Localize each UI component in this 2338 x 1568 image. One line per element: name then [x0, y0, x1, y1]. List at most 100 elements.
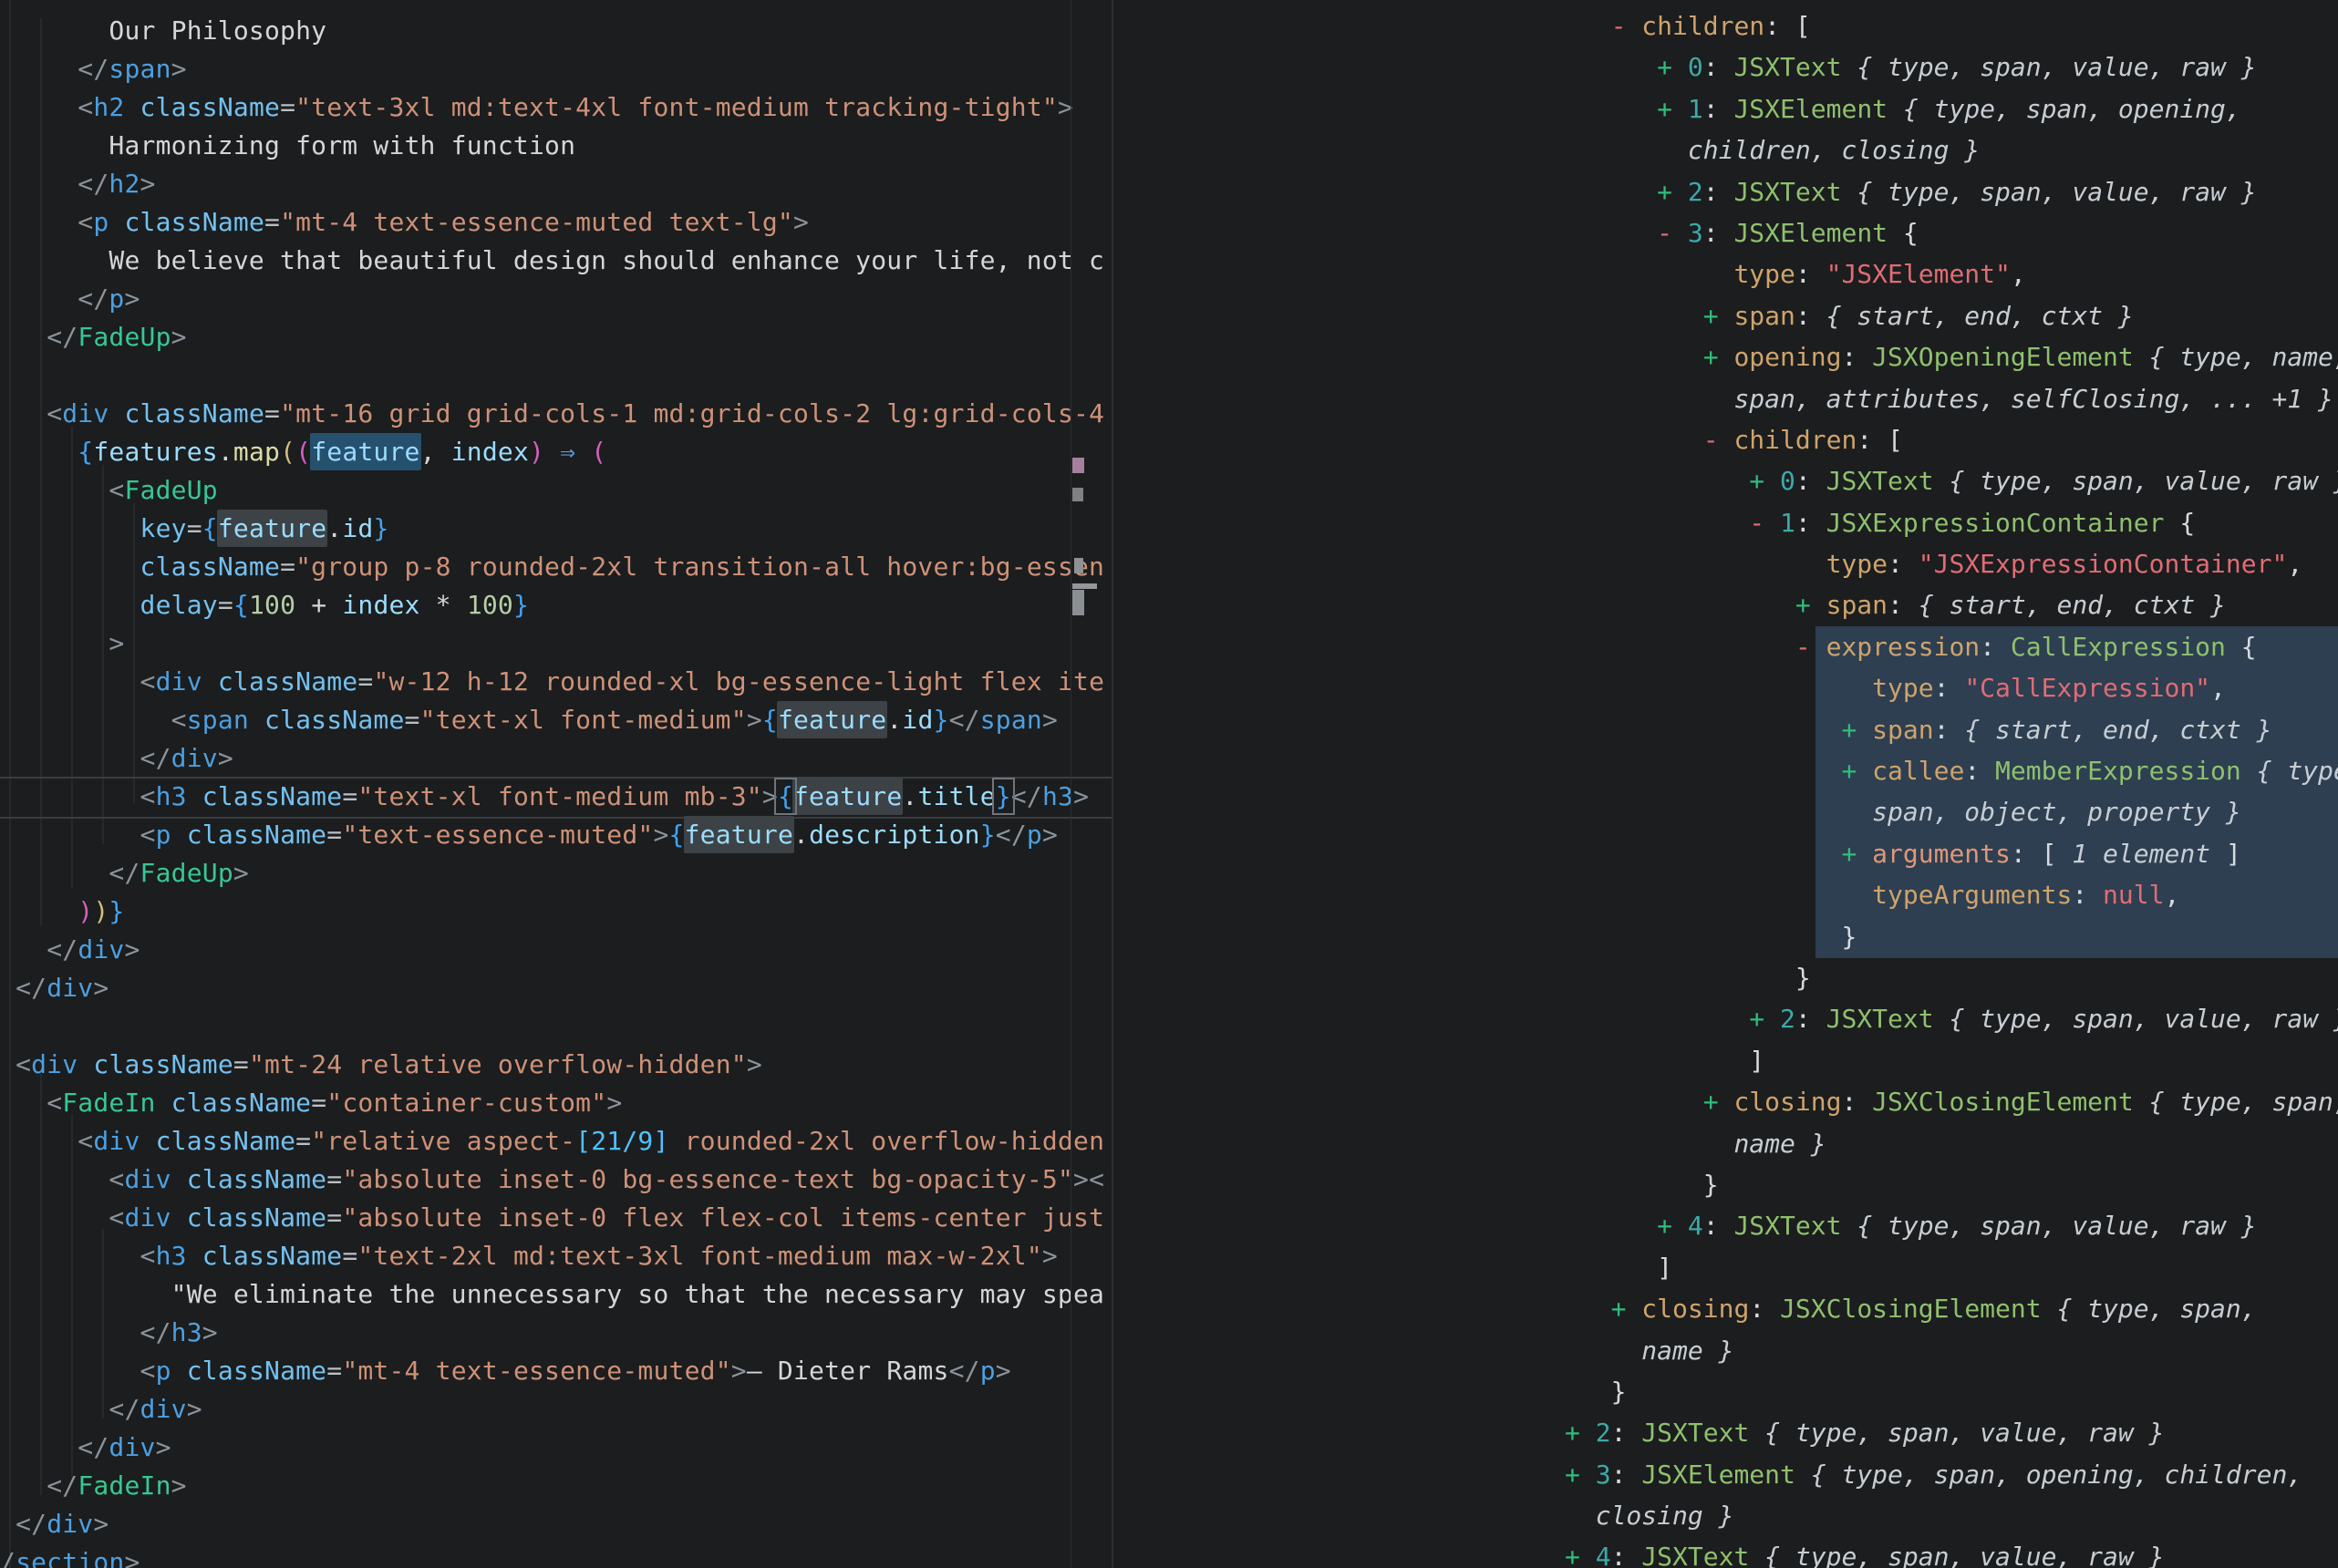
code-line[interactable]: Our Philosophy [0, 12, 1106, 50]
ast-line[interactable]: type: "JSXExpressionContainer", [1565, 543, 2338, 584]
code-line[interactable]: ))} [0, 892, 1106, 931]
code-line[interactable]: </div> [0, 969, 1106, 1007]
ast-line[interactable]: } [1565, 1164, 2338, 1205]
ast-line[interactable]: + closing: JSXClosingElement { type, spa… [1565, 1081, 2338, 1122]
ast-line[interactable]: type: "JSXElement", [1565, 253, 2338, 294]
ast-line[interactable]: span, attributes, selfClosing, ... +1 } [1565, 378, 2338, 419]
expand-node-icon[interactable]: + [1611, 1294, 1627, 1324]
ast-line[interactable]: + span: { start, end, ctxt } [1565, 709, 2338, 750]
code-line[interactable]: <FadeIn className="container-custom"> [0, 1084, 1106, 1122]
expand-node-icon[interactable]: + [1795, 590, 1811, 620]
code-line[interactable]: <h2 className="text-3xl md:text-4xl font… [0, 88, 1106, 127]
ast-line[interactable]: + 0: JSXText { type, span, value, raw } [1565, 46, 2338, 88]
code-line[interactable]: delay={100 + index * 100} [0, 586, 1106, 624]
ast-line[interactable]: closing } [1565, 1495, 2338, 1536]
collapse-node-icon[interactable]: - [1703, 425, 1719, 455]
expand-node-icon[interactable]: + [1841, 839, 1857, 869]
code-line[interactable]: </span> [0, 50, 1106, 88]
ast-line[interactable]: } [1565, 916, 2338, 957]
ast-line[interactable]: span, object, property } [1565, 791, 2338, 832]
code-line[interactable]: <p className="text-essence-muted">{featu… [0, 816, 1106, 854]
code-line[interactable]: Harmonizing form with function [0, 127, 1106, 165]
ast-line[interactable]: + 4: JSXText { type, span, value, raw } [1565, 1536, 2338, 1568]
ast-line[interactable]: + callee: MemberExpression { type, [1565, 750, 2338, 791]
code-line[interactable]: </FadeUp> [0, 318, 1106, 356]
expand-node-icon[interactable]: + [1565, 1460, 1580, 1490]
code-line[interactable]: <span className="text-xl font-medium">{f… [0, 701, 1106, 739]
code-editor-pane[interactable]: Our Philosophy </span> <h2 className="te… [0, 0, 1112, 1568]
ast-line[interactable]: - expression: CallExpression { [1565, 626, 2338, 667]
ast-line[interactable]: - 3: JSXElement { [1565, 212, 2338, 253]
code-line[interactable] [0, 356, 1106, 395]
ast-line[interactable]: type: "CallExpression", [1565, 667, 2338, 708]
ast-line[interactable]: + closing: JSXClosingElement { type, spa… [1565, 1288, 2338, 1329]
ast-line[interactable]: + opening: JSXOpeningElement { type, nam… [1565, 336, 2338, 377]
expand-node-icon[interactable]: + [1565, 1418, 1580, 1448]
code-line[interactable]: <div className="relative aspect-[21/9] r… [0, 1122, 1106, 1161]
code-line[interactable]: /section> [0, 1543, 1106, 1568]
ast-explorer-pane[interactable]: - children: [ + 0: JSXText { type, span,… [1113, 0, 2338, 1568]
ast-line[interactable]: typeArguments: null, [1565, 874, 2338, 915]
expand-node-icon[interactable]: + [1657, 52, 1672, 82]
expand-node-icon[interactable]: + [1841, 715, 1857, 745]
ast-line[interactable]: + 4: JSXText { type, span, value, raw } [1565, 1205, 2338, 1246]
ast-line[interactable]: + arguments: [ 1 element ] [1565, 833, 2338, 874]
code-line[interactable]: <div className="absolute inset-0 flex fl… [0, 1199, 1106, 1237]
ast-line[interactable]: - 1: JSXExpressionContainer { [1565, 502, 2338, 543]
code-line[interactable]: </div> [0, 931, 1106, 969]
collapse-node-icon[interactable]: - [1749, 508, 1764, 538]
ast-line[interactable]: name } [1565, 1330, 2338, 1371]
code-line[interactable]: className="group p-8 rounded-2xl transit… [0, 548, 1106, 586]
code-line[interactable]: > [0, 624, 1106, 663]
expand-node-icon[interactable]: + [1749, 1004, 1764, 1034]
code-line[interactable]: key={feature.id} [0, 510, 1106, 548]
expand-node-icon[interactable]: + [1703, 342, 1719, 372]
code-line[interactable]: {features.map((feature, index) ⇒ ( [0, 433, 1106, 471]
expand-node-icon[interactable]: + [1657, 94, 1672, 124]
expand-node-icon[interactable]: + [1703, 1087, 1719, 1117]
code-line[interactable]: <h3 className="text-xl font-medium mb-3"… [0, 778, 1106, 816]
code-line[interactable]: <FadeUp [0, 471, 1106, 510]
ast-line[interactable]: name } [1565, 1123, 2338, 1164]
ast-line[interactable]: children, closing } [1565, 129, 2338, 170]
expand-node-icon[interactable]: + [1657, 1211, 1672, 1241]
code-line[interactable]: </div> [0, 1390, 1106, 1429]
ast-line[interactable]: - children: [ [1565, 5, 2338, 46]
code-line[interactable]: </div> [0, 1429, 1106, 1467]
expand-node-icon[interactable]: + [1841, 756, 1857, 786]
collapse-node-icon[interactable]: - [1611, 11, 1627, 41]
ast-line[interactable]: } [1565, 957, 2338, 998]
code-line[interactable]: <h3 className="text-2xl md:text-3xl font… [0, 1237, 1106, 1275]
ast-line[interactable]: + 2: JSXText { type, span, value, raw } [1565, 171, 2338, 212]
code-line[interactable]: <div className="absolute inset-0 bg-esse… [0, 1161, 1106, 1199]
code-line[interactable]: We believe that beautiful design should … [0, 242, 1106, 280]
collapse-node-icon[interactable]: - [1657, 218, 1672, 248]
code-line[interactable]: </h3> [0, 1314, 1106, 1352]
code-line[interactable]: <p className="mt-4 text-essence-muted te… [0, 203, 1106, 242]
expand-node-icon[interactable]: + [1657, 177, 1672, 207]
code-line[interactable]: <div className="w-12 h-12 rounded-xl bg-… [0, 663, 1106, 701]
expand-node-icon[interactable]: + [1749, 466, 1764, 496]
ast-line[interactable]: - children: [ [1565, 419, 2338, 460]
code-line[interactable]: <div className="mt-16 grid grid-cols-1 m… [0, 395, 1106, 433]
expand-node-icon[interactable]: + [1565, 1542, 1580, 1568]
ast-line[interactable]: + span: { start, end, ctxt } [1565, 584, 2338, 625]
code-line[interactable]: </FadeUp> [0, 854, 1106, 892]
code-line[interactable]: <div className="mt-24 relative overflow-… [0, 1046, 1106, 1084]
ast-line[interactable]: ] [1565, 1247, 2338, 1288]
collapse-node-icon[interactable]: - [1795, 632, 1811, 662]
ast-line[interactable]: + 1: JSXElement { type, span, opening, [1565, 88, 2338, 129]
code-line[interactable]: </h2> [0, 165, 1106, 203]
code-line[interactable] [0, 1007, 1106, 1046]
code-line[interactable]: </p> [0, 280, 1106, 318]
ast-line[interactable]: + 2: JSXText { type, span, value, raw } [1565, 1412, 2338, 1453]
ast-line[interactable]: ] [1565, 1040, 2338, 1081]
ast-line[interactable]: + 2: JSXText { type, span, value, raw } [1565, 998, 2338, 1039]
code-line[interactable]: </FadeIn> [0, 1467, 1106, 1505]
expand-node-icon[interactable]: + [1703, 301, 1719, 331]
ast-line[interactable]: + 3: JSXElement { type, span, opening, c… [1565, 1454, 2338, 1495]
ast-line[interactable]: + 0: JSXText { type, span, value, raw } [1565, 460, 2338, 501]
code-line[interactable]: </div> [0, 739, 1106, 778]
code-line[interactable]: </div> [0, 1505, 1106, 1543]
ast-line[interactable]: + span: { start, end, ctxt } [1565, 295, 2338, 336]
